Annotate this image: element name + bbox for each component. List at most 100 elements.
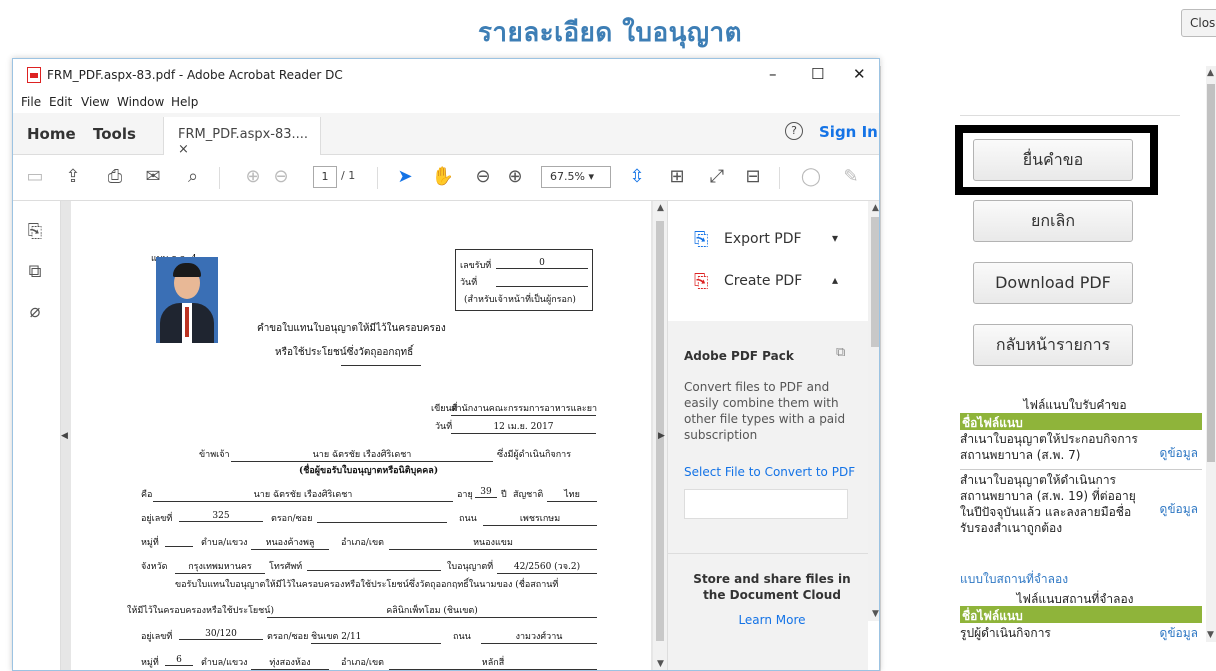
tab-tools[interactable]: Tools (93, 125, 136, 143)
receipt-no-label: เลขรับที่ (460, 261, 492, 271)
view-data-link[interactable]: ดูข้อมูล (1160, 445, 1198, 461)
page-number-input[interactable]: 1 (313, 166, 337, 188)
menu-window[interactable]: Window (117, 95, 164, 109)
next-page-icon[interactable]: ⊖ (269, 166, 293, 187)
address2-no: 30/120 (179, 629, 263, 640)
learn-more-link[interactable]: Learn More (684, 613, 860, 627)
email-icon[interactable]: ✉ (141, 166, 165, 187)
applicant-note: (ชื่อผู้ขอรับใบอนุญาตหรือนิติบุคคล) (299, 466, 439, 476)
view-data-link[interactable]: ดูข้อมูล (1160, 501, 1198, 517)
zoom-in-icon[interactable]: ⊕ (503, 166, 527, 187)
scroll-down-icon[interactable]: ▼ (657, 659, 664, 669)
pdf-pack-title: Adobe PDF Pack (684, 349, 794, 363)
tab-document[interactable]: FRM_PDF.aspx-83.... × (163, 117, 321, 157)
collapse-right-icon[interactable]: ▶ (658, 431, 665, 441)
scroll-up-icon[interactable]: ▲ (1207, 68, 1214, 78)
form-heading-1: คำขอใบแทนใบอนุญาตให้มีไว้ในครอบครอง (257, 323, 446, 334)
i-label: ข้าพเจ้า (199, 450, 230, 460)
page-thumbnails-icon[interactable]: ⎘ (23, 221, 47, 242)
date: 12 เม.ย. 2017 (451, 419, 596, 434)
scroll-down-icon[interactable]: ▼ (872, 609, 879, 619)
tab-home[interactable]: Home (27, 125, 76, 143)
select-cursor-icon[interactable]: ➤ (393, 166, 417, 187)
menu-view[interactable]: View (81, 95, 109, 109)
sign-in-link[interactable]: Sign In (819, 123, 878, 141)
document-view[interactable]: ◀ แบบ ค.จ. 4 เลขรับที่ 0 วันที่ (สำหรับเ… (61, 201, 667, 670)
written-at: สำนักงานคณะกรรมการอาหารและยา (451, 401, 597, 416)
left-rail: ⎘ ⧉ ⌀ (13, 201, 61, 670)
place-name: คลินิกเพ็ทโฮม (ชินเขต) (267, 603, 597, 618)
close-button[interactable]: Close (1181, 9, 1216, 37)
address-label: อยู่เลขที่ (141, 514, 173, 524)
table-row: สำเนาใบอนุญาตให้ดำเนินการสถานพยาบาล (ส.พ… (960, 472, 1202, 536)
fullscreen-icon[interactable]: ⤢ (705, 166, 729, 187)
upload-icon[interactable]: ⇪ (61, 166, 85, 187)
pdf-app-icon (27, 67, 41, 83)
scroll-up-icon[interactable]: ▲ (872, 203, 879, 213)
maximize-icon[interactable]: ☐ (811, 65, 824, 83)
road-label: ถนน (459, 514, 477, 524)
nationality-label: สัญชาติ (513, 490, 544, 500)
applicant-photo (156, 257, 218, 343)
window-titlebar[interactable]: FRM_PDF.aspx-83.pdf - Adobe Acrobat Read… (13, 59, 879, 91)
close-window-icon[interactable]: ✕ (853, 65, 866, 83)
select-file-link[interactable]: Select File to Convert to PDF (684, 465, 855, 479)
attachment-icon[interactable]: ⌀ (23, 301, 47, 322)
phone (307, 559, 441, 571)
alley (317, 511, 447, 523)
submit-request-button[interactable]: ยื่นคำขอ (973, 139, 1133, 181)
menu-edit[interactable]: Edit (49, 95, 72, 109)
bookmarks-icon[interactable]: ⧉ (23, 261, 47, 282)
hand-tool-icon[interactable]: ✋ (431, 166, 455, 187)
print-icon[interactable]: ⎙ (103, 166, 127, 187)
download-pdf-button[interactable]: Download PDF (973, 262, 1133, 304)
district2-label: อำเภอ/เขต (341, 658, 384, 668)
request-line: ขอรับใบแทนใบอนุญาตให้มีไว้ในครอบครองหรือ… (175, 580, 559, 590)
minimize-icon[interactable]: – (769, 65, 777, 83)
select-file-box[interactable] (684, 489, 848, 519)
help-icon[interactable]: ? (785, 122, 803, 140)
divider (219, 167, 220, 189)
zoom-select[interactable]: 67.5% ▾ (541, 166, 611, 188)
subdistrict2-label: ตำบล/แขวง (201, 658, 248, 668)
alley-label: ตรอก/ซอย (271, 514, 313, 524)
alley2-label: ตรอก/ซอย (267, 632, 309, 642)
menu-file[interactable]: File (21, 95, 41, 109)
prev-page-icon[interactable]: ⊕ (241, 166, 265, 187)
export-pdf-label: Export PDF (724, 231, 802, 247)
pen-icon[interactable]: ✎ (839, 166, 863, 187)
page-total: / 1 (341, 169, 356, 182)
nationality: ไทย (547, 487, 597, 502)
page-scrollbar-thumb[interactable] (1207, 84, 1215, 462)
rotate-icon[interactable]: ⊞ (665, 166, 689, 187)
license-label: ใบอนุญาตที่ (447, 562, 494, 572)
cancel-button[interactable]: ยกเลิก (973, 200, 1133, 242)
operator-name: นาย ฉัตรชัย เรืองศิริเดชา (153, 487, 453, 502)
toolbar: ▭ ⇪ ⎙ ✉ ⌕ ⊕ ⊖ 1 / 1 ➤ ✋ ⊖ ⊕ 67.5% ▾ ⇳ ⊞ … (13, 155, 879, 201)
comment-icon[interactable]: ◯ (799, 166, 823, 187)
save-icon[interactable]: ▭ (23, 166, 47, 187)
fit-page-icon[interactable]: ⇳ (625, 166, 649, 187)
alley2: ชินเขต 2/11 (311, 629, 441, 644)
scroll-up-icon[interactable]: ▲ (657, 203, 664, 213)
scroll-down-icon[interactable]: ▼ (1207, 630, 1214, 640)
menu-help[interactable]: Help (171, 95, 198, 109)
tools-pane: ▶ ⎘ Export PDF ▾ ⎘ Create PDF ▴ Adobe PD… (658, 201, 879, 670)
collapse-left-icon[interactable]: ◀ (61, 431, 68, 441)
search-icon[interactable]: ⌕ (181, 166, 205, 187)
divider (377, 167, 378, 189)
pdf-pack-icon: ⧉ (836, 345, 846, 360)
subdistrict2: ทุ่งสองห้อง (251, 655, 329, 670)
scroll-mode-icon[interactable]: ⊟ (741, 166, 765, 187)
date-label: วันที่ (435, 422, 453, 432)
phone-label: โทรศัพท์ (269, 562, 303, 572)
receipt-date (496, 275, 588, 287)
pane-scrollbar-thumb[interactable] (871, 217, 879, 347)
view-data-link[interactable]: ดูข้อมูล (1160, 625, 1198, 641)
attach-file-name: รูปผู้ดำเนินกิจการ (960, 626, 1051, 640)
back-to-list-button[interactable]: กลับหน้ารายการ (973, 324, 1133, 366)
receipt-note: (สำหรับเจ้าหน้าที่เป็นผู้กรอก) (464, 295, 576, 305)
model-place-link[interactable]: แบบใบสถานที่จำลอง (960, 570, 1068, 589)
zoom-out-icon[interactable]: ⊖ (471, 166, 495, 187)
place-line-label: ให้มีไว้ในครอบครองหรือใช้ประโยชน์) (127, 606, 274, 616)
